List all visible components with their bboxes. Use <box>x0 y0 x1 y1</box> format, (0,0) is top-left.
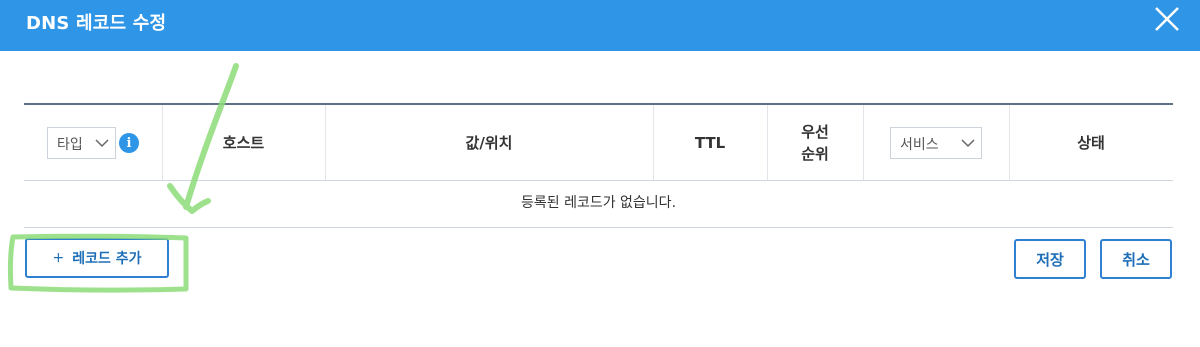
column-header-host: 호스트 <box>222 133 265 152</box>
save-button[interactable]: 저장 <box>1014 239 1086 279</box>
chevron-down-icon <box>961 139 975 148</box>
column-header-ttl: TTL <box>694 133 726 152</box>
service-select-label: 서비스 <box>900 137 939 153</box>
empty-message: 등록된 레코드가 없습니다. <box>24 181 1173 228</box>
dialog-titlebar: DNS 레코드 수정 <box>0 0 1200 51</box>
type-select[interactable]: 타입 <box>47 127 116 159</box>
plus-icon: + <box>52 250 65 266</box>
info-icon[interactable]: i <box>119 133 139 153</box>
column-header-value: 값/위치 <box>465 133 513 152</box>
table-header-row: 타입 i 호스트 값/위치 TTL 우선 순위 서비스 상태 <box>24 105 1173 181</box>
service-select[interactable]: 서비스 <box>890 127 982 159</box>
column-divider <box>863 105 864 180</box>
dialog-title: DNS 레코드 수정 <box>26 13 167 34</box>
add-record-button[interactable]: + 레코드 추가 <box>25 238 169 278</box>
add-record-label: 레코드 추가 <box>72 251 142 267</box>
cancel-button[interactable]: 취소 <box>1100 239 1172 279</box>
dns-record-table: 타입 i 호스트 값/위치 TTL 우선 순위 서비스 상태 등록된 레코드가 … <box>24 103 1173 228</box>
close-icon[interactable] <box>1152 4 1182 34</box>
type-select-label: 타입 <box>57 137 83 153</box>
column-header-priority: 우선 순위 <box>801 122 829 163</box>
chevron-down-icon <box>95 139 109 148</box>
column-header-status: 상태 <box>1077 133 1105 152</box>
